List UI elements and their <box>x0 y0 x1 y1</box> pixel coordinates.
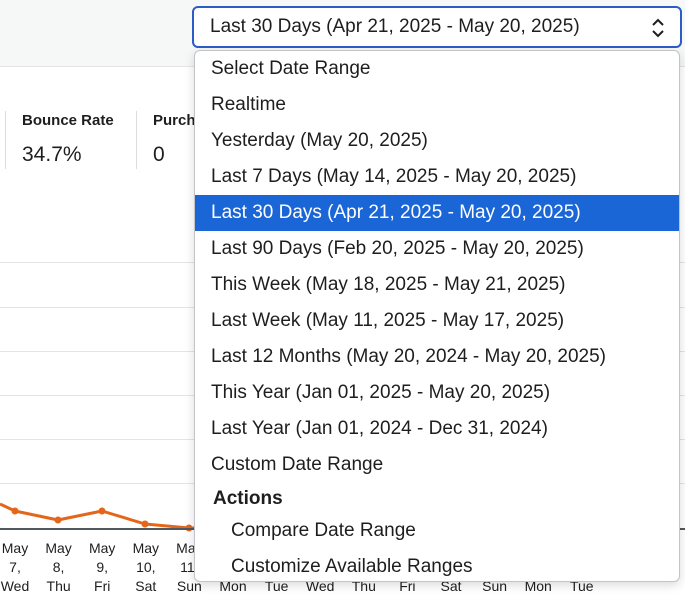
option-this-year[interactable]: This Year (Jan 01, 2025 - May 20, 2025) <box>195 375 679 411</box>
option-last-7-days[interactable]: Last 7 Days (May 14, 2025 - May 20, 2025… <box>195 159 679 195</box>
stat-value-bounce-rate: 34.7% <box>22 143 82 166</box>
option-last-90-days[interactable]: Last 90 Days (Feb 20, 2025 - May 20, 202… <box>195 231 679 267</box>
x-tick-line: May <box>45 540 72 556</box>
option-yesterday[interactable]: Yesterday (May 20, 2025) <box>195 123 679 159</box>
x-tick-line: 8, <box>52 559 65 575</box>
option-realtime[interactable]: Realtime <box>195 87 679 123</box>
stat-divider <box>136 111 137 169</box>
x-tick-label: May 9, Fri <box>80 539 124 596</box>
option-last-year[interactable]: Last Year (Jan 01, 2024 - Dec 31, 2024) <box>195 411 679 447</box>
x-tick-line: Sat <box>135 578 157 594</box>
action-compare-date-range[interactable]: Compare Date Range <box>195 513 679 549</box>
option-last-12-months[interactable]: Last 12 Months (May 20, 2024 - May 20, 2… <box>195 339 679 375</box>
x-tick-line: 7, <box>9 559 21 575</box>
x-tick-line: 9, <box>96 559 109 575</box>
x-tick-line: Fri <box>94 578 111 594</box>
x-tick-label: May 8, Thu <box>37 539 81 596</box>
x-tick-line: May <box>1 540 29 556</box>
date-range-select-value: Last 30 Days (Apr 21, 2025 - May 20, 202… <box>210 16 580 37</box>
x-tick-line: Thu <box>46 578 71 594</box>
x-tick-line: May <box>88 540 116 556</box>
stat-value-purchases: 0 <box>153 143 165 166</box>
stat-label-bounce-rate: Bounce Rate <box>22 112 114 129</box>
date-range-dropdown: Select Date Range Realtime Yesterday (Ma… <box>194 50 680 582</box>
option-last-30-days[interactable]: Last 30 Days (Apr 21, 2025 - May 20, 202… <box>195 195 679 231</box>
option-last-week[interactable]: Last Week (May 11, 2025 - May 17, 2025) <box>195 303 679 339</box>
option-select-date-range[interactable]: Select Date Range <box>195 51 679 87</box>
chevron-up-down-icon <box>652 18 664 38</box>
date-range-select[interactable]: Last 30 Days (Apr 21, 2025 - May 20, 202… <box>192 6 682 48</box>
series-point <box>141 520 149 528</box>
option-custom-date-range[interactable]: Custom Date Range <box>195 447 679 483</box>
x-tick-line: 10, <box>136 559 156 575</box>
x-tick-line: May <box>132 540 160 556</box>
x-tick-label: May 7, Wed <box>0 539 37 596</box>
series-point <box>54 516 62 524</box>
x-tick-label: May 10, Sat <box>124 539 168 596</box>
action-customize-available-ranges[interactable]: Customize Available Ranges <box>195 549 679 581</box>
series-point <box>98 507 106 515</box>
series-point <box>11 507 19 515</box>
stat-divider <box>5 111 6 169</box>
x-tick-line: Wed <box>0 578 30 594</box>
option-this-week[interactable]: This Week (May 18, 2025 - May 21, 2025) <box>195 267 679 303</box>
actions-group-label: Actions <box>213 488 283 509</box>
